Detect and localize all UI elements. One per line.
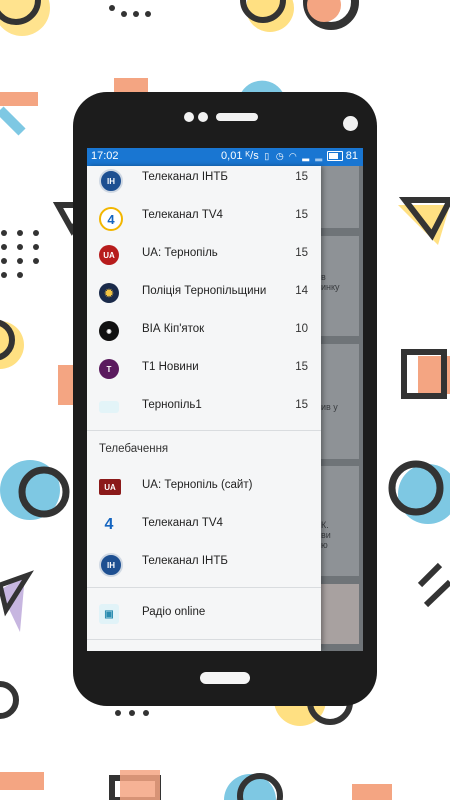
drawer-divider: [87, 639, 321, 640]
drawer-item-ternopil1[interactable]: Тернопіль1 15: [87, 388, 321, 426]
status-time: 17:02: [91, 150, 119, 162]
alarm-icon: ◷: [275, 150, 284, 161]
news-card[interactable]: ив у: [321, 344, 359, 459]
news-card[interactable]: в инку: [321, 236, 359, 336]
ternopil1-logo-icon: [99, 401, 119, 413]
intb-logo-icon: ІН: [99, 169, 123, 193]
news-card-text: К. ви ю: [321, 520, 331, 550]
drawer-item-label: Телеканал TV4: [142, 517, 223, 529]
news-card[interactable]: К. ви ю: [321, 466, 359, 576]
signal-icon: ▂: [302, 150, 310, 161]
wifi-icon: ◠: [288, 150, 297, 161]
drawer-item-tv4[interactable]: 4 Телеканал TV4 15: [87, 198, 321, 236]
drawer-item-intb-tv[interactable]: ІН Телеканал ІНТБ: [87, 544, 321, 582]
drawer-item-label: UA: Тернопіль: [142, 247, 218, 259]
drawer-item-count: 15: [295, 247, 308, 259]
drawer-item-label: Телеканал ІНТБ: [142, 555, 228, 567]
drawer-item-label: Радіо online: [142, 606, 206, 618]
news-card-text: в инку: [321, 272, 340, 292]
news-card[interactable]: [321, 584, 359, 644]
drawer-item-label: UA: Тернопіль (сайт): [142, 479, 253, 491]
phone-frame: 17:02 0,01 ᴷ/s ▯ ◷ ◠ ▂ ▂ 81 в инку ив у: [73, 92, 377, 706]
main-content-behind-drawer: в инку ив у К. ви ю: [319, 166, 363, 651]
drawer-item-count: 14: [295, 285, 308, 297]
ua-ternopil-site-logo-icon: UA: [99, 479, 121, 495]
t1-logo-icon: T: [99, 359, 119, 379]
drawer-item-tv4-tv[interactable]: 4 Телеканал TV4: [87, 506, 321, 544]
speaker-dot: [184, 112, 194, 122]
via-kipiatok-logo-icon: ◉: [99, 321, 119, 341]
drawer-item-radio[interactable]: ▣ Радіо online: [87, 595, 321, 633]
battery-icon: [326, 151, 343, 161]
drawer-item-count: 10: [295, 323, 308, 335]
drawer-item-police[interactable]: ✹ Поліція Тернопільщини 14: [87, 274, 321, 312]
tv4-logo-icon: 4: [99, 207, 123, 231]
drawer-item-ua-ternopil[interactable]: UA UA: Тернопіль 15: [87, 236, 321, 274]
police-logo-icon: ✹: [99, 283, 119, 303]
drawer-item-label: ВІА Кіп'яток: [142, 323, 205, 335]
status-bar: 17:02 0,01 ᴷ/s ▯ ◷ ◠ ▂ ▂ 81: [87, 148, 363, 166]
news-card[interactable]: [321, 166, 359, 228]
tv4-logo-icon: 4: [104, 516, 114, 533]
ua-ternopil-logo-icon: UA: [99, 245, 119, 265]
drawer-divider: [87, 430, 321, 431]
home-button[interactable]: [200, 672, 250, 684]
drawer-item-count: 15: [295, 209, 308, 221]
navigation-drawer: ІН Телеканал ІНТБ 15 4 Телеканал TV4 15 …: [87, 166, 321, 651]
drawer-divider: [87, 587, 321, 588]
status-icons: 0,01 ᴷ/s ▯ ◷ ◠ ▂ ▂ 81: [221, 150, 358, 162]
drawer-item-label: Т1 Новини: [142, 361, 199, 373]
drawer-item-count: 15: [295, 171, 308, 183]
phone-screen: 17:02 0,01 ᴷ/s ▯ ◷ ◠ ▂ ▂ 81 в инку ив у: [87, 148, 363, 651]
intb-logo-icon: ІН: [99, 553, 123, 577]
section-header-tv: Телебачення: [99, 443, 169, 455]
drawer-item-t1[interactable]: T Т1 Новини 15: [87, 350, 321, 388]
drawer-item-label: Тернопіль1: [142, 399, 202, 411]
battery-level: 81: [345, 150, 358, 162]
front-camera: [343, 116, 358, 131]
speaker-grille: [216, 113, 258, 121]
news-card-text: ив у: [321, 402, 338, 412]
network-speed: 0,01 ᴷ/s: [221, 150, 259, 162]
phone-speaker: [184, 112, 258, 122]
radio-icon: ▣: [99, 604, 119, 624]
drawer-item-count: 15: [295, 361, 308, 373]
speaker-dot: [198, 112, 208, 122]
drawer-item-label: Телеканал TV4: [142, 209, 223, 221]
signal-icon: ▂: [315, 150, 323, 161]
drawer-item-intb[interactable]: ІН Телеканал ІНТБ 15: [87, 166, 321, 198]
drawer-item-label: Поліція Тернопільщини: [142, 285, 267, 297]
vibrate-icon: ▯: [264, 150, 270, 161]
drawer-item-label: Телеканал ІНТБ: [142, 171, 228, 183]
drawer-item-count: 15: [295, 399, 308, 411]
drawer-item-via-kipiatok[interactable]: ◉ ВІА Кіп'яток 10: [87, 312, 321, 350]
drawer-item-ua-ternopil-site[interactable]: UA UA: Тернопіль (сайт): [87, 468, 321, 506]
